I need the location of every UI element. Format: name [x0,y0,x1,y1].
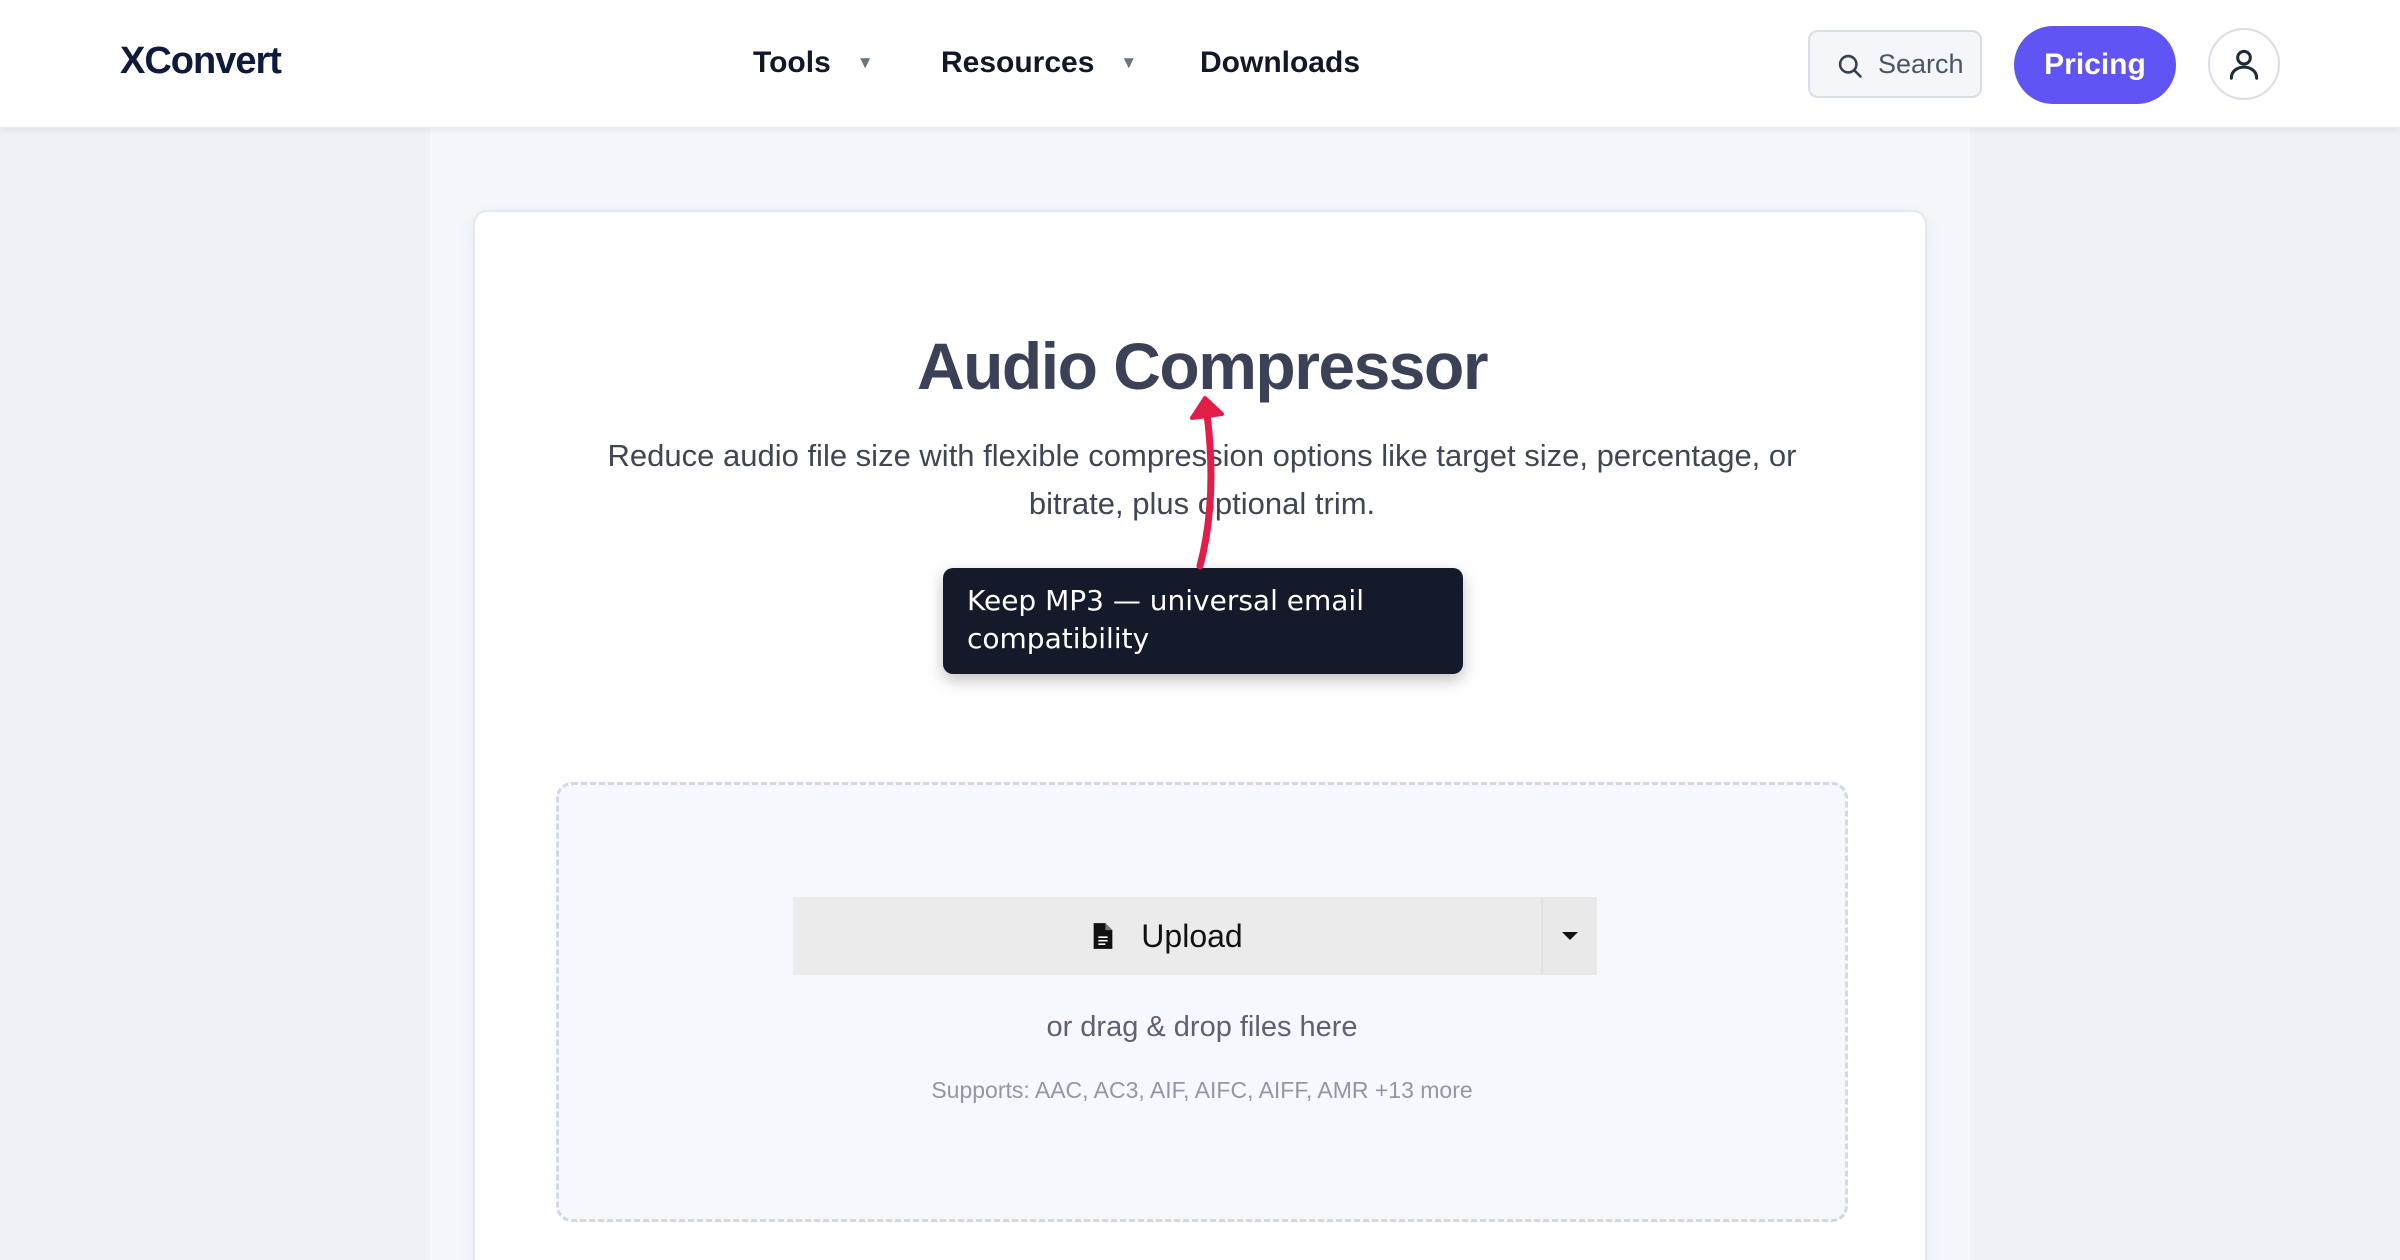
pricing-button[interactable]: Pricing [2014,26,2176,104]
supported-formats: Supports: AAC, AC3, AIF, AIFC, AIFF, AMR… [931,1077,1473,1103]
search-icon [1838,54,1862,78]
nav-resources[interactable]: Resources ▼ [941,46,1137,80]
logo[interactable]: XConvert [120,40,282,83]
drag-drop-hint: or drag & drop files here [1046,1011,1358,1043]
user-icon [2229,49,2259,80]
file-icon [1093,923,1113,949]
page-background-right [1970,128,2400,1260]
nav-tools-label: Tools [753,46,831,79]
page-title: Audio Compressor [916,329,1489,403]
page-background-left [0,128,430,1260]
chevron-down-icon: ▼ [856,53,874,72]
annotation-tooltip: Keep MP3 — universal email compatibility [943,568,1463,674]
upload-button-group: Upload [793,897,1597,975]
account-button[interactable] [2208,28,2280,100]
search-button[interactable]: Search [1808,30,1982,98]
nav-downloads[interactable]: Downloads [1200,46,1360,80]
upload-button[interactable]: Upload [793,897,1541,975]
upload-options-dropdown[interactable] [1541,897,1597,975]
tool-card: Audio Compressor Reduce audio file size … [473,210,1927,1260]
site-header: XConvert Tools ▼ Resources ▼ Downloads S… [0,0,2400,128]
nav-tools[interactable]: Tools ▼ [753,46,874,80]
upload-button-label: Upload [1141,917,1243,954]
caret-down-icon [1562,932,1578,940]
nav-resources-label: Resources [941,46,1095,79]
chevron-down-icon: ▼ [1120,53,1138,72]
upload-dropzone[interactable]: Upload or drag & drop files here Support… [556,782,1848,1222]
page-subtitle: Reduce audio file size with flexible com… [607,438,1797,521]
nav-downloads-label: Downloads [1200,46,1361,79]
search-label: Search [1878,48,1964,79]
